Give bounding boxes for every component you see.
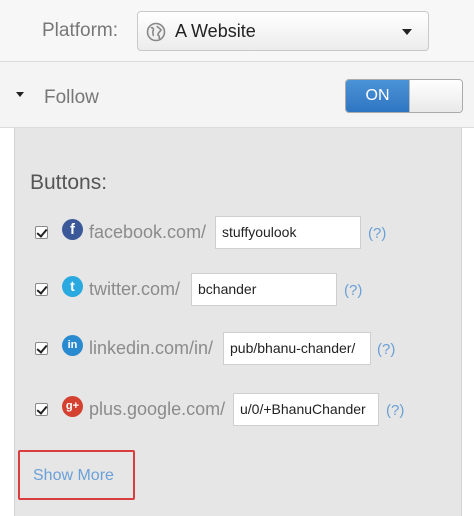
follow-toggle[interactable]: ON: [345, 79, 463, 113]
button-row-linkedin: in linkedin.com/in/ pub/bhanu-chander/ (…: [15, 332, 463, 368]
platform-row: Platform: A Website: [0, 0, 474, 62]
follow-row[interactable]: Follow ON: [0, 62, 474, 128]
facebook-icon: f: [62, 219, 83, 240]
show-more-highlight: Show More: [18, 450, 135, 500]
googleplus-username-input[interactable]: u/0/+BhanuChander: [233, 393, 379, 426]
buttons-heading: Buttons:: [30, 171, 108, 194]
platform-label: Platform:: [42, 20, 119, 41]
facebook-username-input[interactable]: stuffyoulook: [215, 216, 361, 249]
toggle-knob: [409, 80, 462, 112]
facebook-help-link[interactable]: (?): [368, 225, 386, 242]
platform-select[interactable]: A Website: [137, 11, 429, 51]
expand-arrow-icon[interactable]: [16, 92, 24, 97]
button-row-googleplus: g+ plus.google.com/ u/0/+BhanuChander (?…: [15, 393, 463, 429]
facebook-domain: facebook.com/: [89, 222, 207, 242]
googleplus-checkbox[interactable]: [35, 403, 48, 416]
google-plus-icon: g+: [62, 396, 83, 417]
twitter-username-input[interactable]: bchander: [191, 273, 337, 306]
toggle-on-label: ON: [346, 80, 409, 112]
linkedin-help-link[interactable]: (?): [377, 341, 395, 358]
globe-icon: [146, 22, 166, 42]
button-row-twitter: t twitter.com/ bchander (?): [15, 273, 463, 309]
linkedin-domain: linkedin.com/in/: [89, 338, 214, 358]
linkedin-icon: in: [62, 335, 83, 356]
follow-label: Follow: [44, 87, 99, 108]
twitter-help-link[interactable]: (?): [344, 282, 362, 299]
linkedin-checkbox[interactable]: [35, 342, 48, 355]
button-row-facebook: f facebook.com/ stuffyoulook (?): [15, 216, 463, 252]
twitter-checkbox[interactable]: [35, 283, 48, 296]
buttons-panel: Buttons: f facebook.com/ stuffyoulook (?…: [14, 128, 462, 516]
twitter-domain: twitter.com/: [89, 279, 181, 299]
show-more-link[interactable]: Show More: [33, 467, 114, 485]
googleplus-domain: plus.google.com/: [89, 399, 226, 419]
googleplus-help-link[interactable]: (?): [386, 402, 404, 419]
linkedin-username-input[interactable]: pub/bhanu-chander/: [223, 332, 371, 365]
platform-selected-value: A Website: [175, 21, 256, 41]
twitter-icon: t: [62, 276, 83, 297]
chevron-down-icon: [402, 29, 412, 35]
facebook-checkbox[interactable]: [35, 226, 48, 239]
